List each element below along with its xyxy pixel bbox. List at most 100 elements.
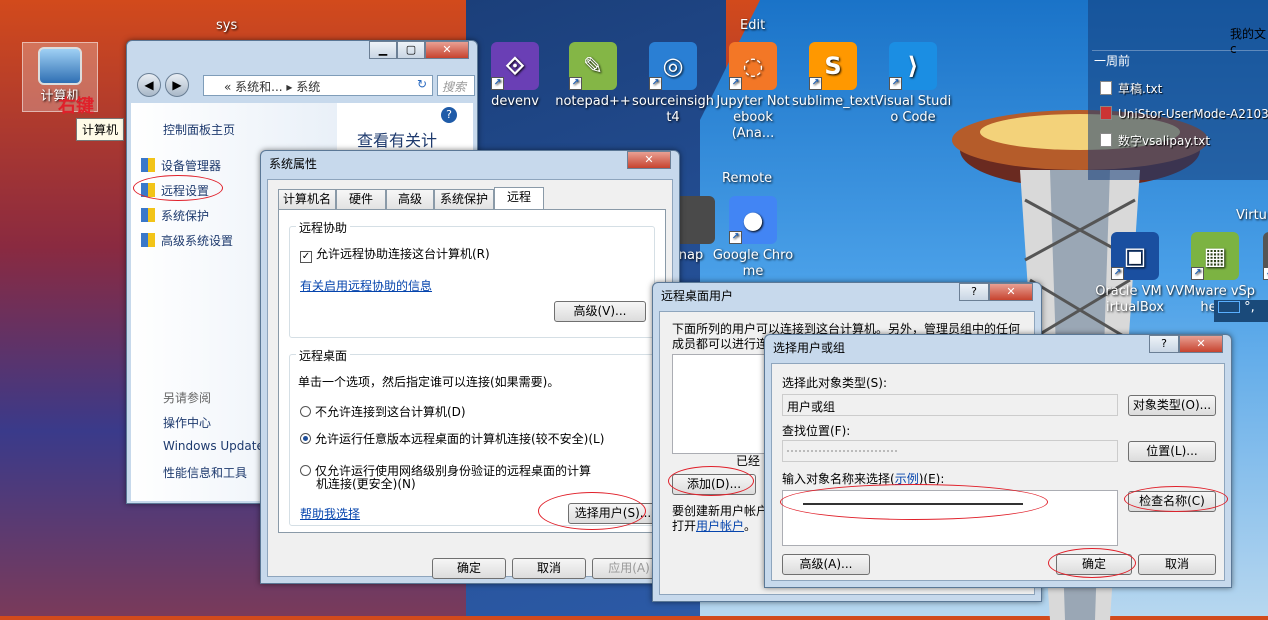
see-also-windows-update[interactable]: Windows Update	[163, 439, 264, 453]
help-icon[interactable]: ?	[441, 107, 457, 123]
ime-indicator[interactable]: °,	[1214, 300, 1268, 322]
text-file-icon	[1100, 133, 1112, 147]
desktop-icon-label: i	[1246, 284, 1268, 300]
computer-tooltip: 计算机	[76, 118, 125, 141]
fence-title-sys: sys	[216, 18, 238, 33]
desktop-icon-label: Google Chro me	[712, 248, 794, 279]
i-partial-icon: ↗	[1263, 232, 1268, 280]
object-types-button[interactable]: 对象类型(O)...	[1128, 395, 1216, 416]
shortcut-arrow-icon: ↗	[569, 77, 582, 90]
select-users-dialog: 选择用户或组 ? ✕ 选择此对象类型(S): 用户或组 对象类型(O)... 查…	[764, 334, 1232, 588]
remote-assist-checkbox[interactable]: ✓ 允许远程协助连接这台计算机(R)	[300, 245, 490, 263]
fence-title-edit: Edit	[740, 18, 766, 33]
object-type-field: 用户或组	[782, 394, 1118, 416]
documents-fence: 我的文c 一周前 草稿.txt UniStor-UserMode-A2103 数…	[1088, 0, 1268, 180]
remote-assist-advanced-button[interactable]: 高级(V)...	[554, 301, 646, 322]
cp-device-manager[interactable]: 设备管理器	[141, 157, 221, 174]
search-input[interactable]: 搜索	[437, 75, 475, 96]
keyboard-icon	[1218, 301, 1240, 313]
tab-remote[interactable]: 远程	[494, 187, 544, 210]
maximize-button[interactable]: ▢	[397, 41, 425, 59]
file-item[interactable]: 草稿.txt	[1100, 80, 1162, 97]
desktop-icon-sublime[interactable]: S ↗ sublime_text	[792, 42, 876, 110]
shortcut-arrow-icon: ↗	[729, 77, 742, 90]
address-bar[interactable]: « 系统和... ▸ 系统	[203, 75, 433, 96]
desktop-icon-sourceinsight[interactable]: ◎ ↗ sourceinsigh t4	[632, 42, 714, 126]
annotation-ellipse	[668, 466, 754, 496]
shortcut-arrow-icon: ↗	[491, 77, 504, 90]
close-button[interactable]: ✕	[989, 283, 1033, 301]
forward-button[interactable]: ▶	[165, 73, 189, 97]
tab-system-protection[interactable]: 系统保护	[434, 189, 494, 209]
annotation-ellipse	[538, 492, 646, 530]
shortcut-arrow-icon: ↗	[889, 77, 902, 90]
desktop-icon-jupyter[interactable]: ◌ ↗ Jupyter Not ebook (Ana...	[712, 42, 794, 142]
notepad++-icon: ✎ ↗	[569, 42, 617, 90]
remote-desktop-description: 单击一个选项，然后指定谁可以连接(如果需要)。	[298, 375, 560, 389]
cp-system-protection[interactable]: 系统保护	[141, 207, 209, 224]
help-me-choose-link[interactable]: 帮助我选择	[300, 505, 360, 522]
desktop-icon-label: notepad++	[555, 94, 631, 109]
desktop-icon-devenv[interactable]: ⟐ ↗ devenv	[474, 42, 556, 110]
cancel-button[interactable]: 取消	[512, 558, 586, 579]
tab-advanced[interactable]: 高级	[386, 189, 434, 209]
annotation-ellipse	[780, 484, 1048, 520]
cp-heading: 查看有关计	[357, 131, 438, 150]
vmware-icon: ▦ ↗	[1191, 232, 1239, 280]
shortcut-arrow-icon: ↗	[729, 231, 742, 244]
desktop-icon-chrome[interactable]: ● ↗ Google Chro me	[712, 196, 794, 280]
shield-icon	[141, 208, 155, 222]
close-button[interactable]: ✕	[1179, 335, 1223, 353]
redacted-location	[787, 450, 897, 452]
shortcut-arrow-icon: ↗	[809, 77, 822, 90]
fence-title-virtual: Virtu	[1236, 208, 1267, 223]
file-item[interactable]: UniStor-UserMode-A2103	[1100, 106, 1268, 121]
desktop-icon-label: sourceinsigh t4	[632, 94, 714, 125]
desktop-icon-i-partial[interactable]: ↗i	[1246, 232, 1268, 300]
shortcut-arrow-icon: ↗	[1263, 267, 1268, 280]
virtualbox-icon: ▣ ↗	[1111, 232, 1159, 280]
cp-home-link[interactable]: 控制面板主页	[163, 121, 235, 138]
cp-advanced-settings[interactable]: 高级系统设置	[141, 232, 233, 249]
back-button[interactable]: ◀	[137, 73, 161, 97]
tab-computer-name[interactable]: 计算机名	[278, 189, 336, 209]
radio-allow-nla-only[interactable]: 仅允许运行使用网络级别身份验证的远程桌面的计算 机连接(更安全)(N)	[300, 465, 591, 491]
sublime-icon: S ↗	[809, 42, 857, 90]
refresh-icon[interactable]: ↻	[417, 77, 431, 94]
right-click-annotation: 右键	[58, 96, 94, 117]
remote-assist-group-label: 远程协助	[296, 219, 351, 236]
devenv-icon: ⟐ ↗	[491, 42, 539, 90]
object-type-label: 选择此对象类型(S):	[782, 376, 888, 390]
close-button[interactable]: ✕	[425, 41, 469, 59]
help-button[interactable]: ?	[959, 283, 989, 301]
advanced-button[interactable]: 高级(A)...	[782, 554, 870, 575]
locations-button[interactable]: 位置(L)...	[1128, 441, 1216, 462]
desktop-icon-vscode[interactable]: ⟩ ↗ Visual Studi o Code	[872, 42, 954, 126]
dialog-title: 系统属性	[269, 157, 318, 171]
radio-allow-any-version[interactable]: 允许运行任意版本远程桌面的计算机连接(较不安全)(L)	[300, 430, 604, 447]
minimize-button[interactable]: ▁	[369, 41, 397, 59]
close-button[interactable]: ✕	[627, 151, 671, 169]
desktop-icon-label: Visual Studi o Code	[874, 94, 952, 125]
remote-assist-info-link[interactable]: 有关启用远程协助的信息	[300, 277, 432, 294]
check-icon: ✓	[300, 251, 312, 263]
tab-hardware[interactable]: 硬件	[336, 189, 386, 209]
shortcut-arrow-icon: ↗	[1111, 267, 1124, 280]
file-item[interactable]: 数字vsalipay.txt	[1100, 132, 1210, 149]
desktop-icon-notepad++[interactable]: ✎ ↗ notepad++	[552, 42, 634, 110]
user-accounts-link[interactable]: 用户帐户	[696, 519, 744, 533]
desktop-icon-label: sublime_text	[792, 94, 876, 109]
annotation-ellipse	[133, 175, 223, 201]
see-also-performance[interactable]: 性能信息和工具	[163, 464, 247, 481]
annotation-ellipse	[1124, 486, 1228, 512]
radio-deny-connections[interactable]: 不允许连接到这台计算机(D)	[300, 403, 466, 420]
ok-button[interactable]: 确定	[432, 558, 506, 579]
remote-desktop-group-label: 远程桌面	[296, 347, 351, 364]
desktop-icon-label: Oracle VM V irtualBox	[1095, 284, 1175, 315]
archive-file-icon	[1100, 106, 1112, 120]
help-button[interactable]: ?	[1149, 335, 1179, 353]
see-also-action-center[interactable]: 操作中心	[163, 414, 211, 431]
location-label: 查找位置(F):	[782, 424, 851, 438]
desktop-icon-virtualbox[interactable]: ▣ ↗ Oracle VM V irtualBox	[1094, 232, 1176, 316]
cancel-button[interactable]: 取消	[1138, 554, 1216, 575]
